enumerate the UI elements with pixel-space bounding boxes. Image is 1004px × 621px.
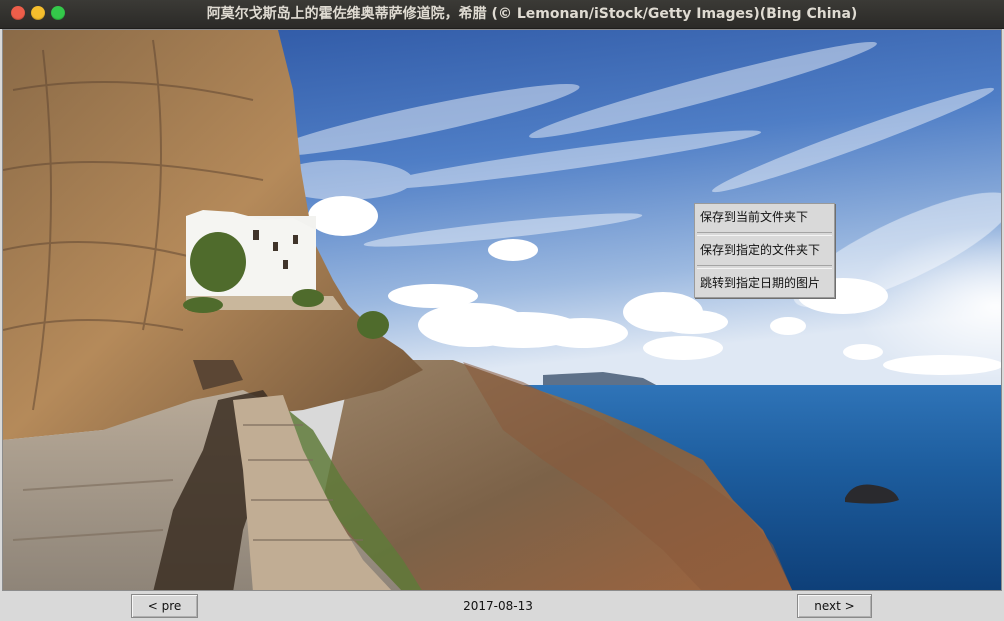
context-menu: 保存到当前文件夹下 保存到指定的文件夹下 跳转到指定日期的图片 [694, 203, 835, 298]
next-button[interactable]: next > [797, 594, 872, 618]
date-label: 2017-08-13 [463, 599, 533, 613]
menu-separator [697, 265, 832, 269]
wallpaper-image[interactable] [2, 29, 1002, 591]
minimize-window-button[interactable] [31, 6, 45, 20]
maximize-window-button[interactable] [51, 6, 65, 20]
wallpaper-illustration [3, 30, 1001, 590]
menu-separator [697, 232, 832, 236]
app-window: 阿莫尔戈斯岛上的霍佐维奥蒂萨修道院，希腊 (© Lemonan/iStock/G… [0, 0, 1004, 621]
menu-item-save-to-folder[interactable]: 保存到指定的文件夹下 [695, 237, 834, 264]
title-bar[interactable]: 阿莫尔戈斯岛上的霍佐维奥蒂萨修道院，希腊 (© Lemonan/iStock/G… [0, 0, 1004, 29]
menu-item-save-current-folder[interactable]: 保存到当前文件夹下 [695, 204, 834, 231]
close-window-button[interactable] [11, 6, 25, 20]
window-title: 阿莫尔戈斯岛上的霍佐维奥蒂萨修道院，希腊 (© Lemonan/iStock/G… [206, 6, 858, 22]
previous-button[interactable]: < pre [131, 594, 198, 618]
bottom-bar: < pre 2017-08-13 next > [0, 591, 1004, 621]
menu-item-jump-to-date[interactable]: 跳转到指定日期的图片 [695, 270, 834, 297]
